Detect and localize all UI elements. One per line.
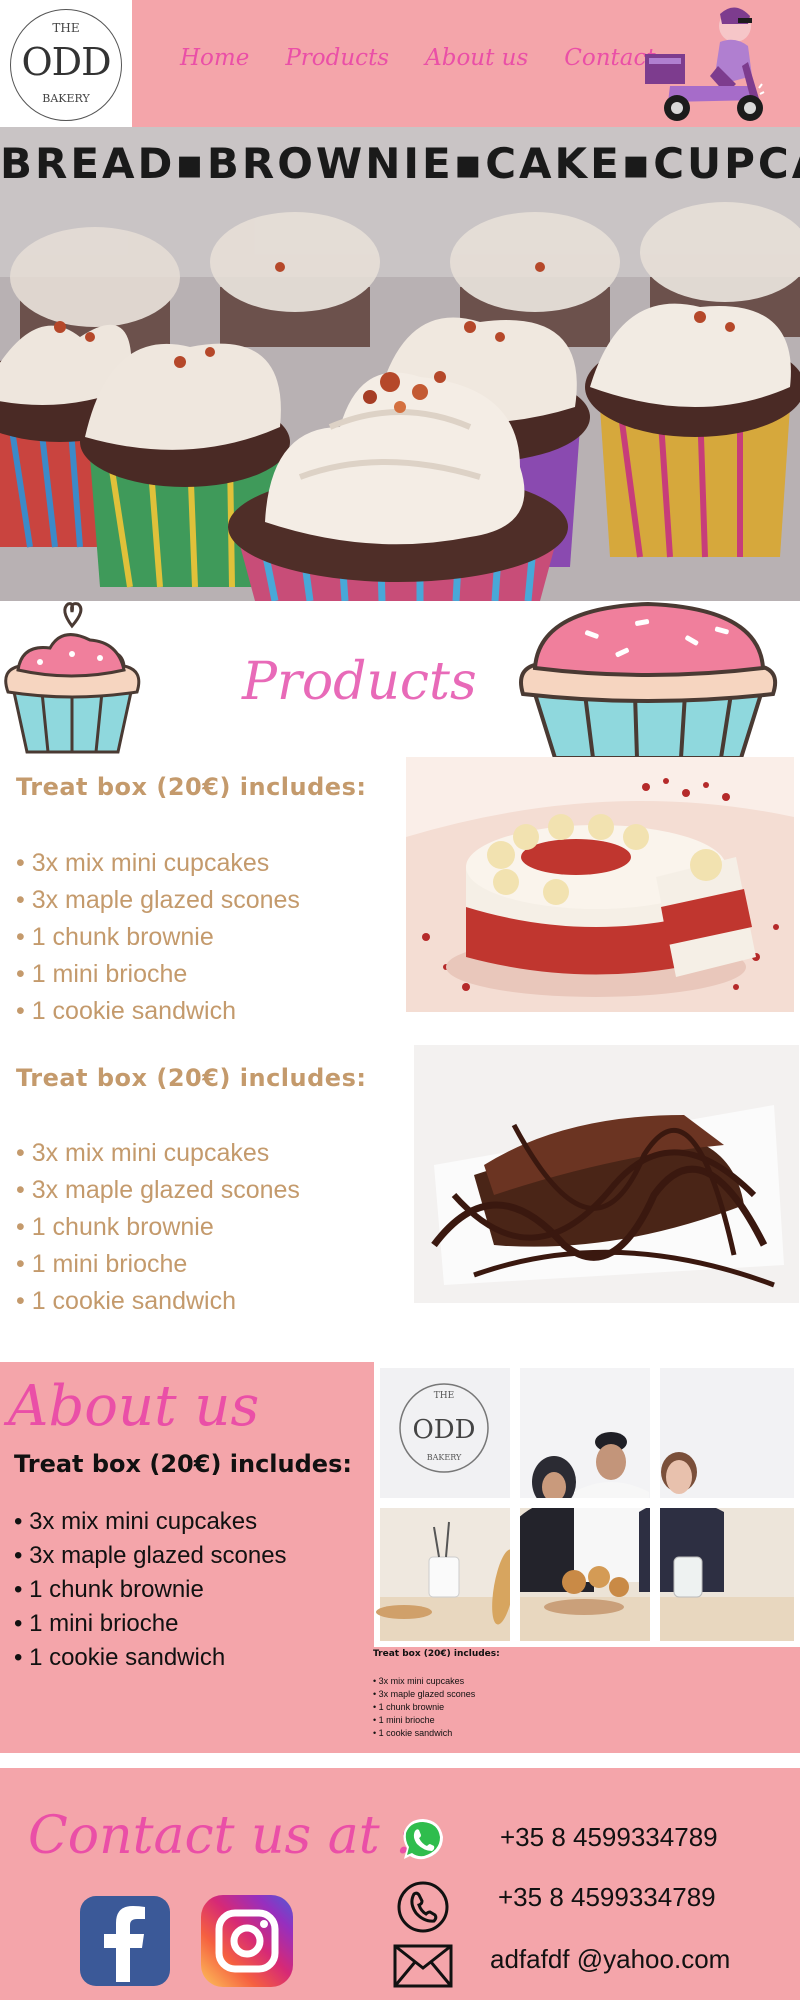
facebook-icon[interactable]: [80, 1896, 170, 1986]
svg-text:ODD: ODD: [412, 1415, 475, 1445]
about-heading: Treat box (20€) includes:: [14, 1450, 352, 1478]
scooter-icon: [645, 7, 765, 121]
contact-title: Contact us at :: [28, 1806, 414, 1866]
treat-box-list: • 3x mix mini cupcakes • 3x maple glazed…: [16, 845, 300, 1030]
list-item: • 3x maple glazed scones: [14, 1542, 287, 1569]
red-velvet-cake-photo: [406, 757, 794, 1012]
treat-box-list: • 3x mix mini cupcakes • 3x maple glazed…: [16, 1135, 300, 1320]
list-item: • 3x maple glazed scones: [16, 886, 300, 914]
list-item: • 1 chunk brownie: [16, 923, 214, 951]
cupcakes-photo: [0, 127, 800, 601]
list-item: • 1 cookie sandwich: [14, 1644, 226, 1671]
list-item: • 3x mix mini cupcakes: [16, 849, 270, 877]
logo-badge: THE ODD BAKERY: [10, 9, 122, 121]
logo-bakery: BAKERY: [42, 92, 90, 105]
nav-about[interactable]: About us: [425, 45, 528, 71]
about-title: About us: [8, 1374, 260, 1439]
mail-icon[interactable]: [393, 1944, 453, 1988]
brownie-photo: [414, 1045, 799, 1303]
phone-number[interactable]: +35 8 4599334789: [498, 1882, 716, 1913]
cupcake-icon: [4, 602, 141, 754]
svg-text:THE: THE: [434, 1391, 454, 1401]
team-photo: THE ODD BAKERY: [374, 1362, 800, 1647]
list-item: • 1 cookie sandwich: [16, 997, 236, 1025]
list-item: • 1 mini brioche: [16, 1250, 188, 1278]
list-item: • 1 cookie sandwich: [16, 1287, 236, 1315]
logo-odd: ODD: [21, 40, 111, 84]
cupcake-icon: [519, 601, 778, 758]
phone-icon[interactable]: [396, 1880, 450, 1934]
svg-text:BAKERY: BAKERY: [427, 1453, 462, 1462]
list-item: • 1 chunk brownie: [14, 1576, 204, 1603]
logo-the: THE: [52, 21, 80, 35]
list-item: • 3x mix mini cupcakes: [373, 1676, 465, 1686]
list-item: • 1 chunk brownie: [16, 1213, 214, 1241]
nav-products[interactable]: Products: [285, 45, 389, 71]
treat-box-heading: Treat box (20€) includes:: [16, 773, 367, 801]
contact-section: Contact us at : +35 8 4599334789 +35 8 4…: [0, 1768, 800, 2000]
list-item: • 1 chunk brownie: [373, 1702, 445, 1712]
list-item: • 3x maple glazed scones: [373, 1689, 476, 1699]
hero-title: BREAD▪BROWNIE▪CAKE▪CUPCAKE: [0, 139, 800, 188]
nav-home[interactable]: Home: [180, 45, 249, 71]
small-treat-heading: Treat box (20€) includes:: [373, 1649, 500, 1659]
small-treat-list: • 3x mix mini cupcakes • 3x maple glazed…: [373, 1675, 475, 1740]
main-nav: Home Products About us Contact: [180, 45, 692, 71]
instagram-icon[interactable]: [201, 1895, 293, 1987]
about-section: About us Treat box (20€) includes: • 3x …: [0, 1362, 800, 1753]
list-item: • 3x mix mini cupcakes: [14, 1508, 258, 1535]
whatsapp-number[interactable]: +35 8 4599334789: [500, 1822, 718, 1853]
whatsapp-icon[interactable]: [400, 1816, 446, 1862]
hero-banner: BREAD▪BROWNIE▪CAKE▪CUPCAKE: [0, 127, 800, 601]
list-item: • 1 mini brioche: [14, 1610, 179, 1637]
list-item: • 1 cookie sandwich: [373, 1728, 453, 1738]
about-list: • 3x mix mini cupcakes • 3x maple glazed…: [14, 1505, 287, 1675]
site-header: THE ODD BAKERY Home Products About us Co…: [0, 0, 800, 127]
list-item: • 3x mix mini cupcakes: [16, 1139, 270, 1167]
list-item: • 1 mini brioche: [16, 960, 188, 988]
products-title: Products: [242, 652, 477, 712]
email-address[interactable]: adfafdf @yahoo.com: [490, 1944, 730, 1975]
list-item: • 1 mini brioche: [373, 1715, 435, 1725]
treat-box-heading: Treat box (20€) includes:: [16, 1064, 367, 1092]
list-item: • 3x maple glazed scones: [16, 1176, 300, 1204]
logo[interactable]: THE ODD BAKERY: [0, 0, 132, 127]
